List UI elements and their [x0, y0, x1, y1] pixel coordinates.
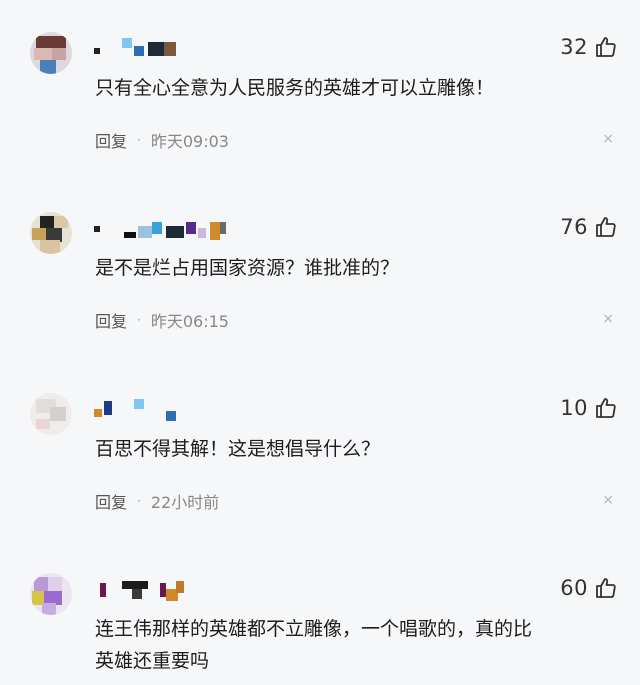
comment-item: 76 是不是烂占用国家资源？谁批准的？ 回复 · 昨天06:15 × — [0, 212, 640, 362]
reply-button[interactable]: 回复 — [95, 308, 127, 332]
like-area[interactable]: 60 — [560, 573, 618, 603]
like-count: 76 — [560, 215, 588, 239]
reply-button[interactable]: 回复 — [95, 489, 127, 513]
like-count: 10 — [560, 396, 588, 420]
like-area[interactable]: 76 — [560, 212, 618, 242]
username-masked[interactable] — [92, 397, 292, 421]
reply-button[interactable]: 回复 — [95, 128, 127, 152]
close-icon[interactable]: × — [602, 312, 614, 326]
thumbs-up-icon[interactable] — [594, 396, 618, 420]
separator-dot: · — [137, 133, 141, 147]
close-icon[interactable]: × — [602, 493, 614, 507]
avatar[interactable] — [30, 393, 72, 435]
username-masked[interactable] — [92, 577, 292, 601]
avatar[interactable] — [30, 573, 72, 615]
separator-dot: · — [137, 494, 141, 508]
separator-dot: · — [137, 313, 141, 327]
timestamp: 22小时前 — [150, 493, 220, 512]
like-area[interactable]: 32 — [560, 32, 618, 62]
username-masked[interactable] — [92, 216, 292, 240]
comment-text: 百思不得其解！这是想倡导什么？ — [95, 438, 381, 460]
comment-item: 60 连王伟那样的英雄都不立雕像，一个唱歌的，真的比英雄还重要吗 — [0, 573, 640, 685]
comment-meta: 回复 · 昨天06:15 — [95, 308, 229, 332]
like-count: 60 — [560, 576, 588, 600]
timestamp: 昨天09:03 — [150, 132, 229, 151]
timestamp: 昨天06:15 — [150, 312, 229, 331]
like-area[interactable]: 10 — [560, 393, 618, 423]
comment-item: 32 只有全心全意为人民服务的英雄才可以立雕像！ 回复 · 昨天09:03 × — [0, 32, 640, 182]
comment-text: 是不是烂占用国家资源？谁批准的？ — [95, 257, 400, 279]
comment-item: 10 百思不得其解！这是想倡导什么？ 回复 · 22小时前 × — [0, 393, 640, 543]
username-masked[interactable] — [92, 36, 292, 60]
comment-meta: 回复 · 22小时前 — [95, 489, 219, 513]
thumbs-up-icon[interactable] — [594, 576, 618, 600]
thumbs-up-icon[interactable] — [594, 35, 618, 59]
avatar[interactable] — [30, 212, 72, 254]
like-count: 32 — [560, 35, 588, 59]
comment-text: 连王伟那样的英雄都不立雕像，一个唱歌的，真的比英雄还重要吗 — [95, 618, 533, 672]
close-icon[interactable]: × — [602, 132, 614, 146]
comment-text: 只有全心全意为人民服务的英雄才可以立雕像！ — [95, 77, 495, 99]
thumbs-up-icon[interactable] — [594, 215, 618, 239]
comment-meta: 回复 · 昨天09:03 — [95, 128, 229, 152]
avatar[interactable] — [30, 32, 72, 74]
